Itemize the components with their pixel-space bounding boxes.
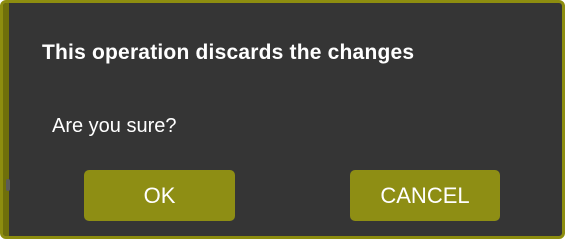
cancel-button[interactable]: CANCEL [350,170,500,221]
dialog-edge-mark [6,179,10,191]
confirm-dialog: This operation discards the changes Are … [0,0,565,239]
dialog-title: This operation discards the changes [42,41,415,64]
dialog-message: Are you sure? [52,115,177,137]
ok-button[interactable]: OK [84,170,235,221]
